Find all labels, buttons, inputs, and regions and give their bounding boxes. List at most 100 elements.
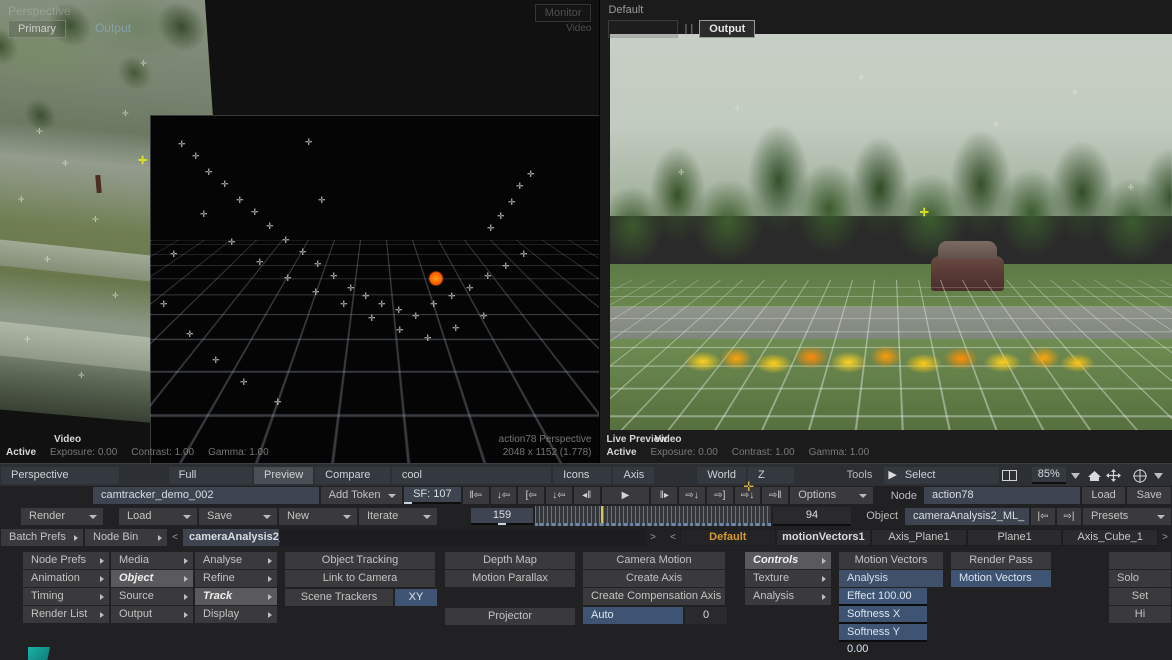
save-button[interactable]: Save [199,508,277,525]
presets-button[interactable]: Presets [1083,508,1171,525]
world-button[interactable]: World [697,467,746,484]
object-tab-default[interactable]: Default [681,530,775,545]
output-menu-button[interactable]: Output [111,606,193,623]
node-prefs-button[interactable]: Node Prefs [23,552,109,569]
refine-button[interactable]: Refine [195,570,277,587]
node-save-button[interactable]: Save [1127,487,1171,504]
object-tabs-prev[interactable]: < [666,532,680,543]
next-object-icon[interactable]: ⇨| [1057,508,1081,525]
animation-button[interactable]: Animation [23,570,109,587]
node-bin-current[interactable]: cameraAnalysis2_ML_ [183,529,279,546]
output-name-field[interactable]: camtracker_demo_002 [93,487,319,504]
play-icon[interactable]: ▶ [602,487,650,504]
split-view-icon[interactable] [1000,467,1019,484]
step-back-icon[interactable]: ↓⇦ [546,487,572,504]
analyse-button[interactable]: Analyse [195,552,277,569]
next-marker-icon[interactable]: ⇨] [707,487,733,504]
fit-to-window-icon[interactable] [1104,467,1123,484]
hi-button[interactable]: Hi [1109,606,1171,623]
perspective-canvas[interactable]: ✛✛ ✛✛ ✛✛ ✛✛ ✛✛ ✛✛ ✛✛ ✛✛ ✛✛ ✛✛ ✛✛ ✛✛ ✛✛ ✛… [0,0,599,463]
render-list-button[interactable]: Render List [23,606,109,623]
depth-map-button[interactable]: Depth Map [445,552,575,569]
output-viewport[interactable]: ✛ ✛ ✛ ✛ ✛ ✛ ✛ Default | | Output [600,0,1172,463]
resolution-mode-button[interactable]: Full Resolution [169,467,252,484]
right-contrast-label[interactable]: Contrast: 1.00 [732,446,795,459]
play-forward-icon[interactable]: ‖▸ [651,487,677,504]
object-tab-axis-cube-1[interactable]: Axis_Cube_1 [1063,530,1157,545]
add-token-button[interactable]: Add Token [321,487,402,504]
target-icon[interactable] [1130,467,1149,484]
camera-motion-button[interactable]: Camera Motion [583,552,725,569]
object-name-field[interactable]: cameraAnalysis2_ML_ [905,508,1029,525]
render-pass-button[interactable]: Render Pass [951,552,1051,569]
colour-policy-button[interactable]: cool [392,467,551,484]
scene-trackers-axis-button[interactable]: XY [395,589,437,606]
link-to-camera-button[interactable]: Link to Camera [285,570,435,587]
prev-marker-icon[interactable]: [⇦ [518,487,544,504]
left-gamma-label[interactable]: Gamma: 1.00 [208,446,269,459]
object-tracking-button[interactable]: Object Tracking [285,552,435,569]
node-bin-next-arrow[interactable]: > [646,532,660,543]
node-bin-prev-arrow[interactable]: < [168,532,182,543]
set-button[interactable]: Set [1109,588,1171,605]
perspective-viewport[interactable]: ✛✛ ✛✛ ✛✛ ✛✛ ✛✛ ✛✛ ✛✛ ✛✛ ✛✛ ✛✛ ✛✛ ✛✛ ✛✛ ✛… [0,0,600,463]
next-keyframe-icon[interactable]: ⇨↓ [679,487,705,504]
goto-frame-icon[interactable]: ✛⇨↓ [735,487,761,504]
output-canvas[interactable]: ✛ ✛ ✛ ✛ ✛ ✛ ✛ Default | | Output [600,0,1172,463]
go-to-start-icon[interactable]: ‖⇦ [463,487,489,504]
object-menu-button[interactable]: Object [111,570,193,587]
effect-slider[interactable]: Effect 100.00 [839,588,927,605]
current-frame-field[interactable]: 159 [471,508,533,525]
batch-prefs-button[interactable]: Batch Prefs [1,529,83,546]
track-menu-button[interactable]: Track [195,588,277,605]
object-tab-plane1[interactable]: Plane1 [968,530,1062,545]
compare-button[interactable]: Compare Off [315,467,390,484]
motion-parallax-button[interactable]: Motion Parallax [445,570,575,587]
node-bin-button[interactable]: Node Bin [85,529,167,546]
analysis-menu-button[interactable]: Analysis [745,588,831,605]
3d-point-cloud-stage[interactable] [150,115,599,463]
scene-trackers-button[interactable]: Scene Trackers [285,589,393,606]
node-name-field[interactable]: action78 [924,487,1080,504]
rendered-frame[interactable]: ✛ ✛ ✛ ✛ ✛ ✛ ✛ [610,34,1172,430]
home-icon[interactable] [1085,467,1104,484]
render-pass-motion-vectors-button[interactable]: Motion Vectors [951,570,1051,587]
load-button[interactable]: Load [119,508,197,525]
auto-button[interactable]: Auto [583,607,683,624]
right-gamma-label[interactable]: Gamma: 1.00 [809,446,870,459]
timing-button[interactable]: Timing [23,588,109,605]
texture-menu-button[interactable]: Texture [745,570,831,587]
view-mode-button[interactable]: Perspective [1,467,119,484]
left-exposure-label[interactable]: Exposure: 0.00 [50,446,117,459]
target-dropdown-icon[interactable] [1149,467,1168,484]
right-exposure-label[interactable]: Exposure: 0.00 [651,446,718,459]
prev-object-icon[interactable]: |⇦ [1031,508,1055,525]
output-button[interactable]: Output [699,20,755,38]
create-axis-button[interactable]: Create Axis [583,570,725,587]
zoom-level-value[interactable]: 85% [1032,467,1066,484]
chevron-down-icon[interactable] [1066,467,1085,484]
projector-button[interactable]: Projector [445,608,575,625]
new-button[interactable]: New [279,508,357,525]
softness-x-slider[interactable]: Softness X 0.00 [839,606,927,623]
flame-app-icon[interactable] [28,647,50,660]
media-button[interactable]: Media [111,552,193,569]
go-to-end-icon[interactable]: ⇨‖ [762,487,788,504]
object-tab-axis-plane1[interactable]: Axis_Plane1 [872,530,966,545]
monitor-button[interactable]: Monitor [535,4,592,22]
source-button[interactable]: Source [111,588,193,605]
output-ghost-label[interactable]: Output [95,21,131,35]
transport-options-button[interactable]: Options [790,487,873,504]
select-tool-button[interactable]: ▶ Select [884,467,999,484]
axis-button[interactable]: Axis [613,467,654,484]
display-button[interactable]: Display [195,606,277,623]
render-button[interactable]: Render [21,508,103,525]
controls-menu-button[interactable]: Controls [745,552,831,569]
motion-vectors-button[interactable]: Motion Vectors [839,552,943,569]
timeline-playhead[interactable] [601,506,603,523]
solo-button[interactable]: Solo [1109,570,1171,587]
prev-keyframe-icon[interactable]: ↓⇦ [491,487,517,504]
timeline-scrubber[interactable] [535,506,771,526]
auto-value-field[interactable]: 0 [685,607,727,624]
analysis-button[interactable]: Analysis [839,570,943,587]
